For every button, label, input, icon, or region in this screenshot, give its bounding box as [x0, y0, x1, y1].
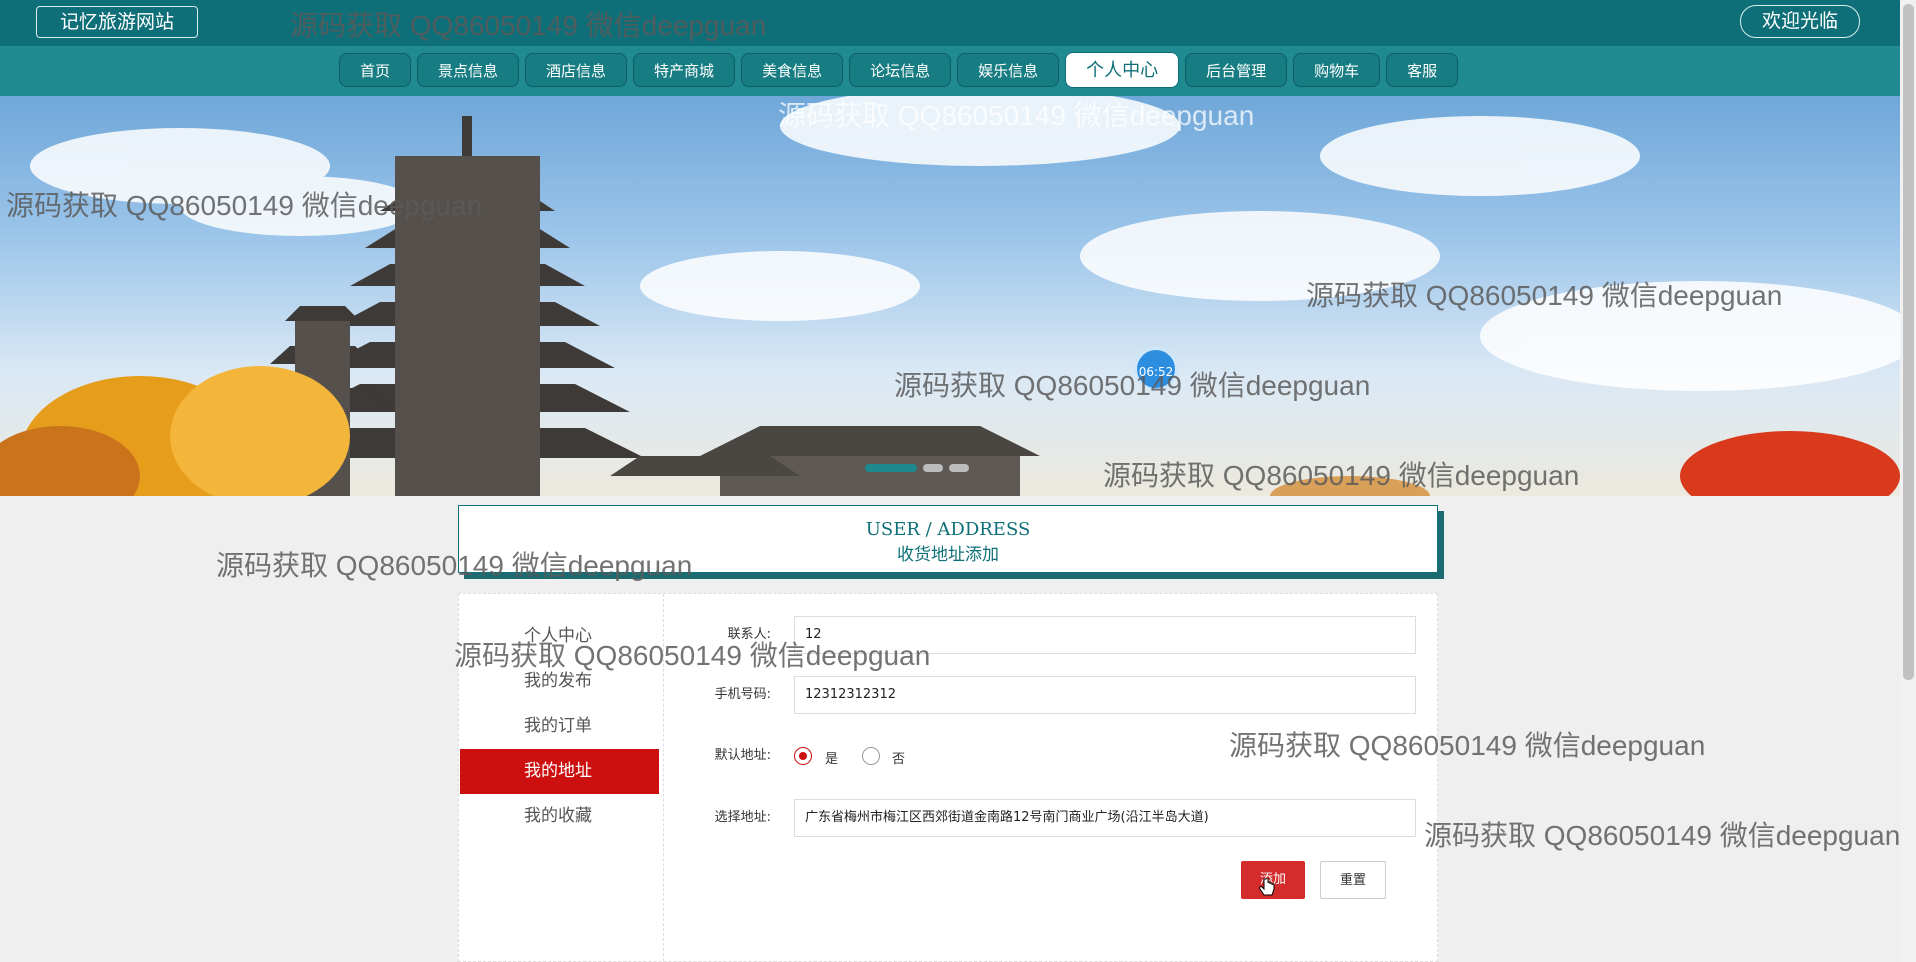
phone-label: 手机号码:	[714, 687, 771, 702]
nav-item[interactable]: 娱乐信息	[957, 53, 1060, 87]
default-yes-radio[interactable]	[794, 747, 812, 765]
nav-item[interactable]: 个人中心	[1065, 52, 1180, 88]
hand-cursor-icon	[1259, 878, 1275, 896]
default-no-label: 否	[892, 752, 906, 767]
contact-input[interactable]: 12	[794, 616, 1416, 654]
banner-carousel[interactable]: 06:52	[0, 96, 1900, 496]
nav-item[interactable]: 论坛信息	[849, 53, 952, 87]
sidebar-item[interactable]: 我的发布	[460, 659, 659, 704]
page-scrollbar[interactable]	[1900, 0, 1916, 962]
sidebar-item[interactable]: 我的地址	[460, 749, 659, 794]
sidebar-item[interactable]: 我的收藏	[460, 794, 659, 839]
phone-input[interactable]: 12312312312	[794, 676, 1416, 714]
watermark: 源码获取 QQ86050149 微信deepguan	[1424, 820, 1900, 851]
address-select-label: 选择地址:	[714, 810, 771, 825]
nav-item[interactable]: 景点信息	[417, 53, 520, 87]
scrollbar-thumb[interactable]	[1903, 4, 1914, 680]
address-select-input[interactable]: 广东省梅州市梅江区西郊街道金南路12号南门商业广场(沿江半岛大道)	[794, 799, 1416, 837]
default-address-label: 默认地址:	[714, 748, 771, 763]
nav-item[interactable]: 后台管理	[1185, 53, 1288, 87]
nav-item[interactable]: 特产商城	[633, 53, 736, 87]
user-sidebar: 个人中心 我的发布 我的订单 我的地址 我的收藏	[459, 594, 664, 961]
contact-label: 联系人:	[727, 627, 771, 642]
nav-item[interactable]: 首页	[339, 53, 412, 87]
nav-item[interactable]: 美食信息	[741, 53, 844, 87]
page-header-cn: 收货地址添加	[897, 545, 999, 565]
welcome-button[interactable]: 欢迎光临	[1740, 5, 1860, 38]
default-yes-label: 是	[825, 752, 839, 767]
reset-button[interactable]: 重置	[1320, 861, 1386, 899]
top-bar: 记忆旅游网站 欢迎光临	[0, 0, 1916, 46]
sidebar-item[interactable]: 个人中心	[460, 614, 659, 659]
page-header-en: USER / ADDRESS	[865, 519, 1031, 540]
clock-badge: 06:52	[1134, 347, 1178, 391]
nav-item[interactable]: 客服	[1386, 53, 1459, 87]
site-title[interactable]: 记忆旅游网站	[36, 6, 198, 38]
carousel-dot[interactable]	[923, 464, 943, 472]
main-content: 个人中心 我的发布 我的订单 我的地址 我的收藏 联系人: 12 手机号码: 12312…	[458, 593, 1438, 962]
banner-image	[0, 96, 1900, 496]
carousel-dot[interactable]	[865, 464, 917, 472]
page-header: USER / ADDRESS 收货地址添加	[458, 505, 1438, 573]
nav-item[interactable]: 购物车	[1293, 53, 1381, 87]
default-no-radio[interactable]	[862, 747, 880, 765]
sidebar-item[interactable]: 我的订单	[460, 704, 659, 749]
main-nav: 首页 景点信息 酒店信息 特产商城 美食信息 论坛信息 娱乐信息 个人中心 后台管理 购物车 客服	[0, 46, 1916, 96]
carousel-dot[interactable]	[949, 464, 969, 472]
carousel-indicators	[865, 464, 969, 472]
nav-item[interactable]: 酒店信息	[525, 53, 628, 87]
watermark-clip: 源码获取 QQ86050149 微信deepguan	[1424, 814, 1900, 854]
